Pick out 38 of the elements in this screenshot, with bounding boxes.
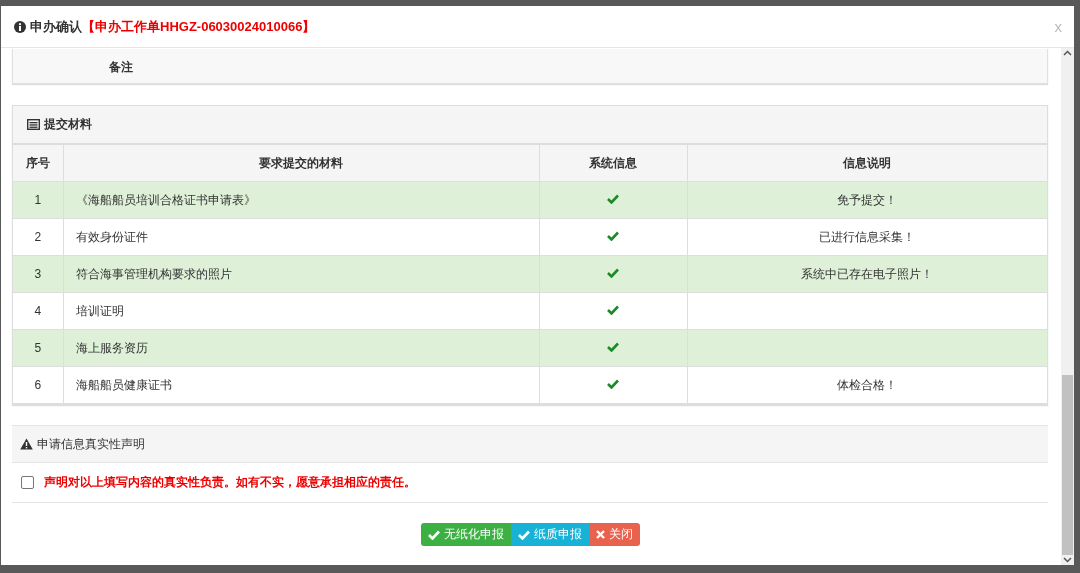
chevron-up-icon[interactable] bbox=[1063, 50, 1072, 56]
section-title: 申请信息真实性声明 bbox=[37, 435, 145, 453]
submit-button[interactable]: 纸质申报 bbox=[510, 523, 589, 546]
material-name: 符合海事管理机构要求的照片 bbox=[63, 255, 539, 293]
row-number: 5 bbox=[13, 329, 63, 367]
work-order-number: 【申办工作单HHGZ-06030024010066】 bbox=[82, 17, 316, 36]
dialog-title: 申办确认 bbox=[30, 17, 82, 36]
material-name: 海船船员健康证书 bbox=[63, 366, 539, 404]
info-note: 系统中已存在电子照片！ bbox=[687, 255, 1047, 293]
checkbox[interactable] bbox=[21, 476, 34, 489]
column-header: 系统信息 bbox=[539, 144, 687, 182]
close-button[interactable]: x bbox=[1052, 18, 1064, 35]
material-name: 有效身份证件 bbox=[63, 218, 539, 256]
column-header: 序号 bbox=[13, 144, 63, 182]
close-button[interactable]: 关闭 bbox=[588, 523, 640, 546]
close-icon bbox=[595, 530, 605, 539]
row-number: 1 bbox=[13, 181, 63, 219]
submit-button[interactable]: 无纸化申报 bbox=[420, 523, 511, 546]
check-icon bbox=[517, 529, 530, 540]
remarks-label: 备注 bbox=[108, 59, 134, 76]
info-icon bbox=[14, 20, 26, 33]
column-header: 信息说明 bbox=[687, 144, 1047, 182]
row-number: 4 bbox=[13, 292, 63, 330]
check-icon bbox=[427, 529, 440, 540]
column-header: 要求提交的材料 bbox=[63, 144, 539, 182]
row-number: 2 bbox=[13, 218, 63, 256]
material-name: 培训证明 bbox=[63, 292, 539, 330]
warning-icon bbox=[20, 438, 33, 450]
material-name: 《海船船员培训合格证书申请表》 bbox=[63, 181, 539, 219]
panel-title: 提交材料 bbox=[44, 116, 92, 133]
list-icon bbox=[27, 119, 40, 130]
declaration-statement: 声明对以上填写内容的真实性负责。如有不实，愿意承担相应的责任。 bbox=[44, 474, 416, 491]
row-number: 3 bbox=[13, 255, 63, 293]
chevron-down-icon[interactable] bbox=[1063, 557, 1072, 563]
row-number: 6 bbox=[13, 366, 63, 404]
scrollbar[interactable] bbox=[1061, 48, 1074, 565]
info-note: 免予提交！ bbox=[687, 181, 1047, 219]
material-name: 海上服务资历 bbox=[63, 329, 539, 367]
